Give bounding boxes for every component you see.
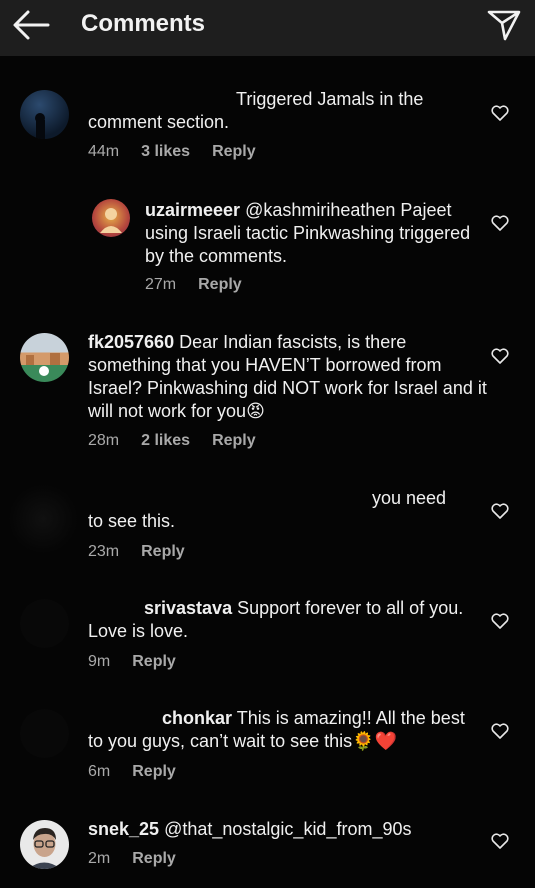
- comment-text: uzairmeeer @kashmiriheathen Pajeet using…: [145, 200, 471, 266]
- reply-button[interactable]: Reply: [132, 763, 176, 780]
- reply-button[interactable]: Reply: [212, 432, 256, 449]
- reply-button[interactable]: Reply: [132, 653, 176, 670]
- reply-button[interactable]: Reply: [141, 543, 185, 560]
- like-heart-icon[interactable]: [491, 348, 509, 364]
- avatar[interactable]: [8, 484, 78, 554]
- comment-time: 28m: [88, 432, 120, 449]
- comment-meta: 27m Reply: [145, 276, 264, 294]
- comment-username[interactable]: chonkar: [162, 708, 232, 728]
- comment-item: fk2057660 Dear Indian fascists, is there…: [0, 330, 535, 460]
- like-heart-icon[interactable]: [491, 613, 509, 629]
- comment-username[interactable]: snek_25: [88, 819, 159, 839]
- comment-item: chonkar This is amazing!! All the best t…: [0, 706, 535, 786]
- comment-time: 27m: [145, 276, 177, 293]
- comment-time: 9m: [88, 653, 111, 670]
- comment-username[interactable]: uzairmeeer: [145, 200, 240, 220]
- header: Comments: [0, 0, 535, 56]
- like-heart-icon[interactable]: [491, 503, 509, 519]
- sunflower-heart-emoji: 🌻❤️: [352, 731, 397, 751]
- like-heart-icon[interactable]: [491, 723, 509, 739]
- comment-item: you need to see this. 23m Reply: [0, 484, 535, 566]
- comment-meta: 2m Reply: [88, 850, 198, 868]
- avatar[interactable]: [20, 90, 69, 139]
- comment-text: snek_25 @that_nostalgic_kid_from_90s: [88, 819, 412, 839]
- comment-username[interactable]: fk2057660: [88, 332, 174, 352]
- comment-time: 6m: [88, 763, 111, 780]
- comment-username[interactable]: srivastava: [144, 598, 232, 618]
- comment-text: you need to see this.: [88, 488, 447, 531]
- reply-button[interactable]: Reply: [132, 850, 176, 867]
- comment-item: snek_25 @that_nostalgic_kid_from_90s 2m R…: [0, 816, 535, 886]
- page-title: Comments: [81, 10, 206, 37]
- comment-time: 23m: [88, 543, 120, 560]
- likes-count[interactable]: 2 likes: [141, 432, 190, 449]
- comment-time: 2m: [88, 850, 111, 867]
- comment-meta: 9m Reply: [88, 653, 198, 671]
- angry-face-emoji: 😡: [246, 401, 265, 421]
- avatar[interactable]: [20, 820, 69, 869]
- avatar[interactable]: [20, 333, 69, 382]
- comment-meta: 28m 2 likes Reply: [88, 432, 278, 450]
- comment-item: srivastava Support forever to all of you…: [0, 596, 535, 676]
- like-heart-icon[interactable]: [491, 833, 509, 849]
- send-icon[interactable]: [486, 8, 522, 42]
- comment-time: 44m: [88, 143, 120, 160]
- likes-count[interactable]: 3 likes: [141, 143, 190, 160]
- comment-text: srivastava Support forever to all of you…: [88, 598, 464, 641]
- avatar[interactable]: [20, 709, 69, 758]
- comment-item: Triggered Jamals in the comment section.…: [0, 86, 535, 166]
- reply-comment-item: uzairmeeer @kashmiriheathen Pajeet using…: [0, 196, 535, 296]
- comment-text: Triggered Jamals in the comment section.: [88, 89, 424, 132]
- comment-meta: 44m 3 likes Reply: [88, 143, 278, 161]
- comment-meta: 6m Reply: [88, 763, 198, 781]
- reply-button[interactable]: Reply: [198, 276, 242, 293]
- avatar[interactable]: [20, 599, 69, 648]
- comment-meta: 23m Reply: [88, 543, 207, 561]
- comment-text: fk2057660 Dear Indian fascists, is there…: [88, 332, 487, 421]
- comment-text: chonkar This is amazing!! All the best t…: [88, 708, 465, 751]
- like-heart-icon[interactable]: [491, 215, 509, 231]
- like-heart-icon[interactable]: [491, 105, 509, 121]
- back-arrow-icon[interactable]: [12, 9, 50, 41]
- avatar[interactable]: [92, 199, 130, 237]
- reply-button[interactable]: Reply: [212, 143, 256, 160]
